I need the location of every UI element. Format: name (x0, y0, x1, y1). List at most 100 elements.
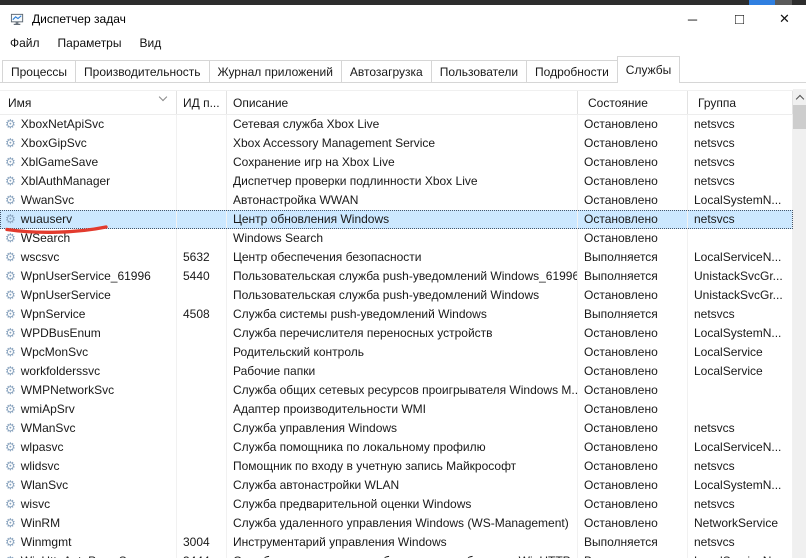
table-row-wlpasvc[interactable]: ⚙wlpasvcСлужба помощника по локальному п… (0, 438, 793, 457)
service-gear-icon: ⚙ (5, 400, 16, 419)
cell-name: ⚙WinRM (0, 514, 177, 533)
service-name: wisvc (21, 495, 50, 514)
cell-name: ⚙WpnUserService_61996 (0, 267, 177, 286)
table-row-WpnUserService[interactable]: ⚙WpnUserServiceПользовательская служба p… (0, 286, 793, 305)
table-row-wlidsvc[interactable]: ⚙wlidsvcПомощник по входу в учетную запи… (0, 457, 793, 476)
service-name: WPDBusEnum (21, 324, 101, 343)
scrollbar-up-button[interactable] (793, 89, 806, 105)
cell-group: LocalSystemN... (688, 191, 793, 210)
cell-description: Служба предварительной оценки Windows (227, 495, 578, 514)
service-gear-icon: ⚙ (5, 438, 16, 457)
table-row-WwanSvc[interactable]: ⚙WwanSvcАвтонастройка WWANОстановленоLoc… (0, 191, 793, 210)
tab-performance[interactable]: Производительность (75, 60, 209, 83)
table-row-WpnService[interactable]: ⚙WpnService4508Служба системы push-уведо… (0, 305, 793, 324)
tab-app-history[interactable]: Журнал приложений (209, 60, 342, 83)
cell-pid (177, 324, 227, 343)
table-row-WPDBusEnum[interactable]: ⚙WPDBusEnumСлужба перечислителя переносн… (0, 324, 793, 343)
table-row-WSearch[interactable]: ⚙WSearchWindows SearchОстановлено (0, 229, 793, 248)
column-header-pid[interactable]: ИД п... (177, 91, 227, 114)
table-row-WlanSvc[interactable]: ⚙WlanSvcСлужба автонастройки WLANОстанов… (0, 476, 793, 495)
cell-status: Остановлено (578, 457, 688, 476)
cell-status: Выполняется (578, 248, 688, 267)
table-row-WManSvc[interactable]: ⚙WManSvcСлужба управления WindowsОстанов… (0, 419, 793, 438)
cell-status: Выполняется (578, 533, 688, 552)
tab-startup[interactable]: Автозагрузка (341, 60, 432, 83)
table-row-XboxGipSvc[interactable]: ⚙XboxGipSvcXbox Accessory Management Ser… (0, 134, 793, 153)
column-header-description[interactable]: Описание (227, 91, 578, 114)
table-row-wscsvc[interactable]: ⚙wscsvc5632Центр обеспечения безопасност… (0, 248, 793, 267)
cell-description: Диспетчер проверки подлинности Xbox Live (227, 172, 578, 191)
table-row-XblAuthManager[interactable]: ⚙XblAuthManagerДиспетчер проверки подлин… (0, 172, 793, 191)
cell-group: LocalService (688, 343, 793, 362)
cell-status: Остановлено (578, 476, 688, 495)
cell-pid (177, 343, 227, 362)
table-row-wisvc[interactable]: ⚙ wisvc Служба предварительной оценки Wind… (0, 495, 793, 514)
column-header-label: Состояние (588, 96, 648, 110)
menu-item-view[interactable]: Вид (130, 33, 170, 54)
table-row-XblGameSave[interactable]: ⚙XblGameSaveСохранение игр на Xbox LiveО… (0, 153, 793, 172)
cell-group: netsvcs (688, 134, 793, 153)
cell-group (688, 229, 793, 248)
cell-description: Рабочие папки (227, 362, 578, 381)
cell-status: Остановлено (578, 286, 688, 305)
cell-name: ⚙XboxNetApiSvc (0, 115, 177, 134)
tab-services[interactable]: Службы (617, 56, 680, 83)
table-row-wmiApSrv[interactable]: ⚙wmiApSrvАдаптер производительности WMIО… (0, 400, 793, 419)
column-header-group[interactable]: Группа (688, 91, 793, 114)
cell-name: ⚙Winmgmt (0, 533, 177, 552)
minimize-button[interactable]: ─ (669, 5, 716, 33)
cell-description: Автонастройка WWAN (227, 191, 578, 210)
service-gear-icon: ⚙ (5, 495, 16, 514)
cell-group: netsvcs (688, 457, 793, 476)
service-name: XblAuthManager (21, 172, 110, 191)
cell-description: Сетевая служба Xbox Live (227, 115, 578, 134)
task-manager-window: Диспетчер задач ─ □ ✕ ФайлПараметрыВид П… (0, 0, 806, 558)
cell-description: Служба удаленного управления Windows (WS… (227, 514, 578, 533)
close-button[interactable]: ✕ (763, 5, 806, 33)
cell-description: Адаптер производительности WMI (227, 400, 578, 419)
scrollbar-thumb[interactable] (793, 105, 806, 129)
table-row-WpcMonSvc[interactable]: ⚙WpcMonSvcРодительский контрольОстановле… (0, 343, 793, 362)
service-gear-icon: ⚙ (5, 134, 16, 153)
column-header-name[interactable]: Имя (0, 91, 177, 114)
cell-group: netsvcs (688, 495, 793, 514)
table-row-workfolderssvc[interactable]: ⚙workfolderssvcРабочие папкиОстановленоL… (0, 362, 793, 381)
cell-status: Выполняется (578, 267, 688, 286)
table-row-wuauserv[interactable]: ⚙wuauservЦентр обновления WindowsОстанов… (0, 210, 793, 229)
service-name: WpnService (21, 305, 86, 324)
service-gear-icon: ⚙ (5, 210, 16, 229)
table-row-XboxNetApiSvc[interactable]: ⚙XboxNetApiSvcСетевая служба Xbox LiveОс… (0, 115, 793, 134)
cell-description: Центр обеспечения безопасности (227, 248, 578, 267)
window-controls: ─ □ ✕ (669, 5, 806, 33)
service-name: wlidsvc (21, 457, 60, 476)
cell-group: LocalSystemN... (688, 476, 793, 495)
cell-description: Помощник по входу в учетную запись Майкр… (227, 457, 578, 476)
service-gear-icon: ⚙ (5, 476, 16, 495)
tab-details[interactable]: Подробности (526, 60, 618, 83)
table-row-WinHttpAutoProxySvc[interactable]: ⚙WinHttpAutoProxySvc3444Служба автоматич… (0, 552, 793, 558)
cell-name: ⚙ wisvc (0, 495, 177, 514)
service-name: XblGameSave (21, 153, 98, 172)
cell-group: netsvcs (688, 419, 793, 438)
cell-group: NetworkService (688, 514, 793, 533)
menu-item-file[interactable]: Файл (1, 33, 49, 54)
service-name: wuauserv (21, 210, 72, 229)
tab-users[interactable]: Пользователи (431, 60, 527, 83)
window-title: Диспетчер задач (32, 12, 126, 26)
tab-processes[interactable]: Процессы (2, 60, 76, 83)
service-gear-icon: ⚙ (5, 514, 16, 533)
table-row-Winmgmt[interactable]: ⚙Winmgmt3004Инструментарий управления Wi… (0, 533, 793, 552)
cell-name: ⚙WSearch (0, 229, 177, 248)
service-gear-icon: ⚙ (5, 362, 16, 381)
table-row-WMPNetworkSvc[interactable]: ⚙WMPNetworkSvcСлужба общих сетевых ресур… (0, 381, 793, 400)
column-header-status[interactable]: Состояние (578, 91, 688, 114)
cell-name: ⚙WManSvc (0, 419, 177, 438)
table-row-WinRM[interactable]: ⚙WinRM Служба удаленного управления Windo… (0, 514, 793, 533)
cell-name: ⚙wscsvc (0, 248, 177, 267)
maximize-button[interactable]: □ (716, 5, 763, 33)
table-row-WpnUserService_61996[interactable]: ⚙WpnUserService_619965440Пользовательска… (0, 267, 793, 286)
cell-status: Выполняется (578, 305, 688, 324)
vertical-scrollbar[interactable] (793, 89, 806, 558)
cell-status: Остановлено (578, 134, 688, 153)
menu-item-options[interactable]: Параметры (49, 33, 131, 54)
